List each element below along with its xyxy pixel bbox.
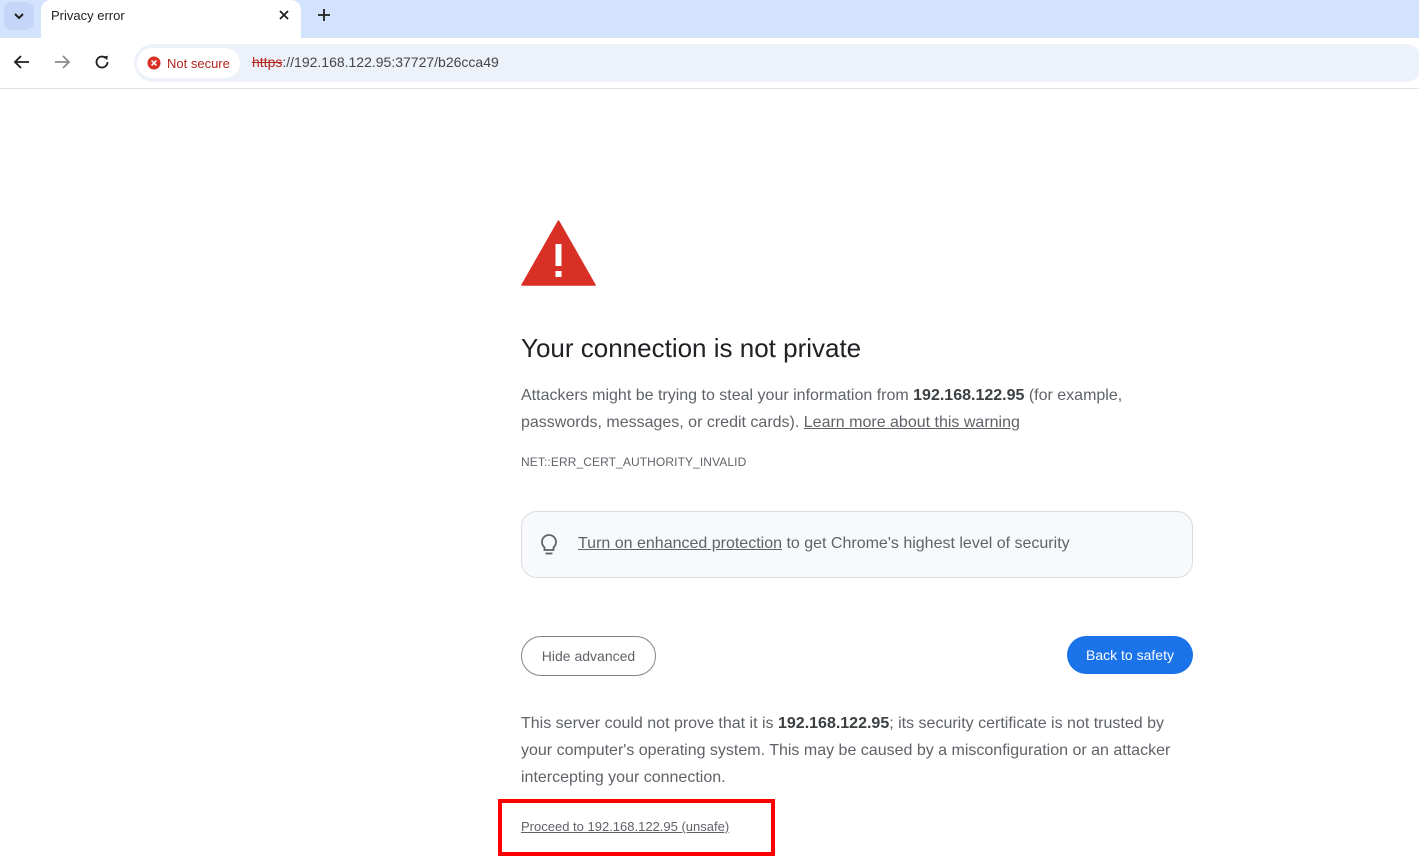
tab-title: Privacy error xyxy=(51,8,125,23)
lightbulb-icon xyxy=(541,534,557,555)
forward-arrow-icon xyxy=(55,55,71,69)
promo-text: Turn on enhanced protection to get Chrom… xyxy=(578,535,1070,553)
tab-strip: Privacy error xyxy=(0,0,1419,38)
url-scheme: https xyxy=(252,54,283,70)
back-to-safety-button[interactable]: Back to safety xyxy=(1067,636,1193,674)
promo-suffix: to get Chrome's highest level of securit… xyxy=(782,535,1070,552)
explanation-prefix: Attackers might be trying to steal your … xyxy=(521,387,914,404)
learn-more-link[interactable]: Learn more about this warning xyxy=(804,414,1020,431)
advanced-details: This server could not prove that it is 1… xyxy=(521,710,1193,791)
reload-button[interactable] xyxy=(90,50,114,74)
highlight-box xyxy=(498,799,775,856)
chevron-down-icon xyxy=(14,13,24,20)
back-button[interactable] xyxy=(10,50,34,74)
explanation-host: 192.168.122.95 xyxy=(913,387,1025,404)
close-icon xyxy=(279,10,289,20)
error-circle-icon xyxy=(147,56,161,70)
back-arrow-icon xyxy=(13,55,29,69)
forward-button[interactable] xyxy=(50,50,74,74)
tab-close-button[interactable] xyxy=(273,4,295,26)
details-prefix: This server could not prove that it is xyxy=(521,715,778,732)
reload-icon xyxy=(95,55,109,69)
enhanced-protection-promo: Turn on enhanced protection to get Chrom… xyxy=(521,511,1193,578)
details-host: 192.168.122.95 xyxy=(778,715,890,732)
warning-explanation: Attackers might be trying to steal your … xyxy=(521,382,1193,436)
address-bar[interactable]: Not secure https://192.168.122.95:37727/… xyxy=(134,44,1419,82)
error-code: NET::ERR_CERT_AUTHORITY_INVALID xyxy=(521,455,747,469)
hide-advanced-button[interactable]: Hide advanced xyxy=(521,636,656,676)
security-chip[interactable]: Not secure xyxy=(137,48,240,78)
tab-search-button[interactable] xyxy=(4,2,34,30)
new-tab-button[interactable] xyxy=(312,3,336,27)
url-rest: ://192.168.122.95:37727/b26cca49 xyxy=(282,54,499,70)
enhanced-protection-link[interactable]: Turn on enhanced protection xyxy=(578,535,782,552)
plus-icon xyxy=(318,9,330,21)
tab-privacy-error[interactable]: Privacy error xyxy=(41,0,301,38)
browser-toolbar: Not secure https://192.168.122.95:37727/… xyxy=(0,38,1419,89)
url-text[interactable]: https://192.168.122.95:37727/b26cca49 xyxy=(252,54,499,70)
security-chip-label: Not secure xyxy=(167,55,230,71)
page-title: Your connection is not private xyxy=(521,333,862,363)
warning-triangle-icon xyxy=(521,220,596,286)
